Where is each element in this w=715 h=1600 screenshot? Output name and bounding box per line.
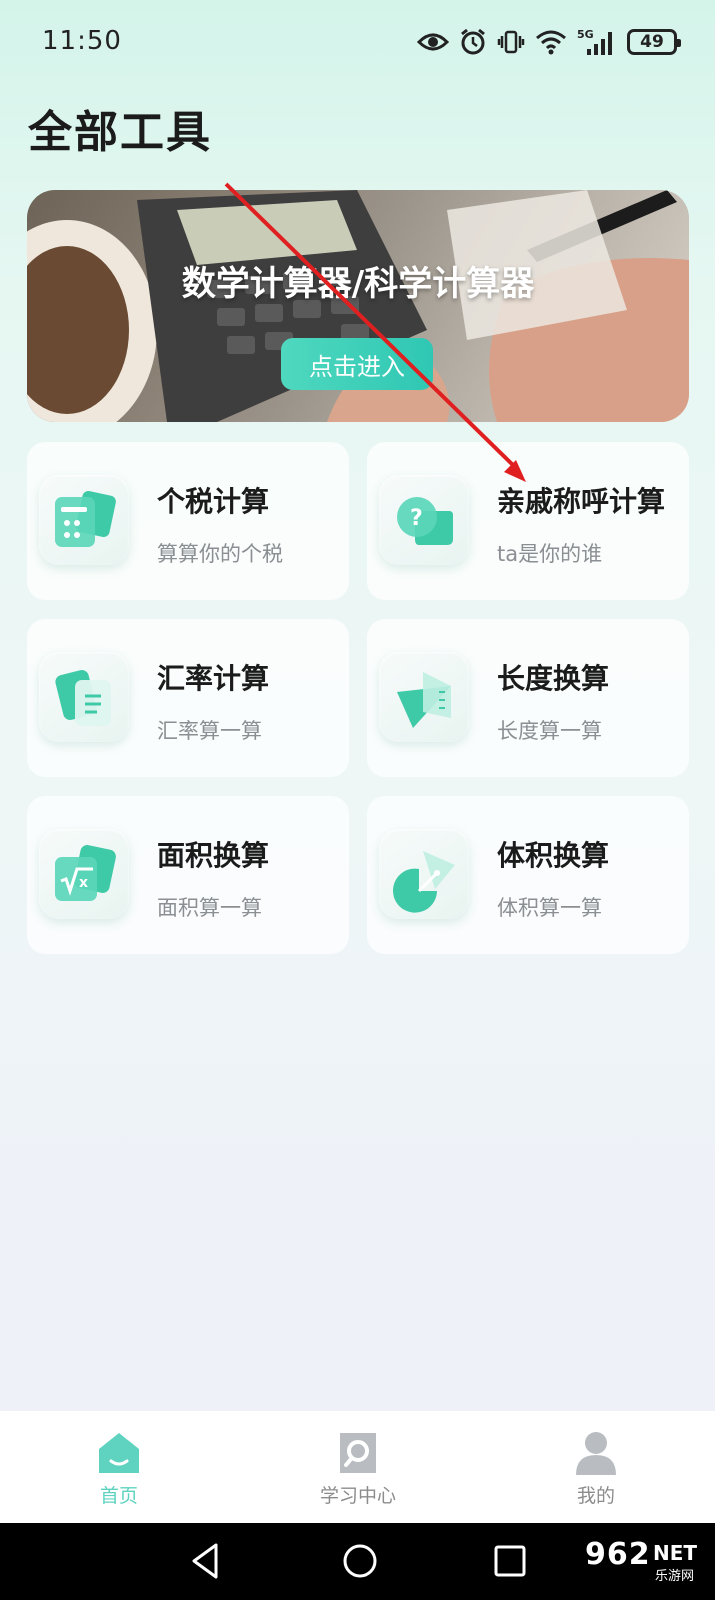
nav-profile[interactable]: 我的 — [526, 1411, 666, 1523]
svg-text:?: ? — [410, 506, 423, 531]
battery-indicator: 49 — [627, 29, 681, 55]
tool-desc: 汇率算一算 — [157, 719, 262, 743]
enter-button[interactable]: 点击进入 — [281, 338, 433, 390]
tool-desc: 算算你的个税 — [157, 542, 283, 566]
tool-name: 汇率计算 — [157, 662, 270, 695]
alarm-icon — [461, 28, 485, 55]
system-navigation-bar: 962 NET 乐游网 — [0, 1523, 715, 1600]
tool-card-length[interactable]: 长度换算 长度算一算 — [367, 619, 689, 777]
page-title: 全部工具 — [28, 107, 212, 158]
nav-learning-center[interactable]: 学习中心 — [288, 1411, 428, 1523]
watermark-logo: 962 NET 乐游网 — [579, 1537, 709, 1591]
square-root-icon: x — [39, 829, 129, 919]
volume-geometry-icon — [379, 829, 469, 919]
tool-card-relatives[interactable]: ? 亲戚称呼计算 ta是你的谁 — [367, 442, 689, 600]
user-icon — [576, 1432, 616, 1475]
svg-text:x: x — [79, 875, 88, 891]
svg-text:5G: 5G — [577, 28, 594, 41]
tax-calculator-icon — [39, 475, 129, 565]
watermark-cn: 乐游网 — [655, 1569, 695, 1584]
watermark-net: NET — [653, 1541, 698, 1565]
back-icon[interactable] — [186, 1541, 226, 1581]
bottom-nav: 首页 学习中心 我的 — [0, 1411, 715, 1523]
tool-name: 个税计算 — [157, 485, 270, 518]
vibrate-icon — [497, 30, 525, 54]
tool-desc: ta是你的谁 — [497, 542, 603, 566]
signal-5g-icon: 5G — [577, 28, 612, 55]
status-time: 11:50 — [42, 26, 122, 56]
nav-label: 学习中心 — [319, 1485, 396, 1507]
eye-icon — [417, 33, 449, 51]
tool-desc: 长度算一算 — [497, 719, 602, 743]
tool-name: 体积换算 — [497, 839, 610, 872]
tool-name: 面积换算 — [157, 839, 270, 872]
banner-title: 数学计算器/科学计算器 — [181, 264, 535, 304]
wifi-icon — [536, 30, 566, 55]
recents-icon[interactable] — [490, 1541, 530, 1581]
status-icons: 5G 49 — [417, 22, 681, 62]
tool-desc: 面积算一算 — [157, 896, 262, 920]
search-document-icon — [340, 1433, 376, 1473]
tool-desc: 体积算一算 — [497, 896, 602, 920]
home-icon — [99, 1433, 139, 1473]
status-bar: 11:50 5G 49 — [0, 0, 715, 84]
tool-name: 亲戚称呼计算 — [497, 485, 666, 518]
exchange-document-icon — [39, 652, 129, 742]
tool-card-volume[interactable]: 体积换算 体积算一算 — [367, 796, 689, 954]
nav-label: 我的 — [576, 1485, 615, 1507]
tool-card-exchange[interactable]: 汇率计算 汇率算一算 — [27, 619, 349, 777]
tool-card-tax[interactable]: 个税计算 算算你的个税 — [27, 442, 349, 600]
tool-card-area[interactable]: x 面积换算 面积算一算 — [27, 796, 349, 954]
home-circle-icon[interactable] — [340, 1541, 380, 1581]
calculator-banner[interactable]: 数学计算器/科学计算器 点击进入 — [27, 190, 689, 422]
question-bubble-icon: ? — [379, 475, 469, 565]
ruler-triangle-icon — [379, 652, 469, 742]
nav-label: 首页 — [99, 1485, 138, 1507]
watermark-number: 962 — [585, 1537, 651, 1572]
tool-name: 长度换算 — [497, 662, 610, 695]
nav-home[interactable]: 首页 — [49, 1411, 189, 1523]
